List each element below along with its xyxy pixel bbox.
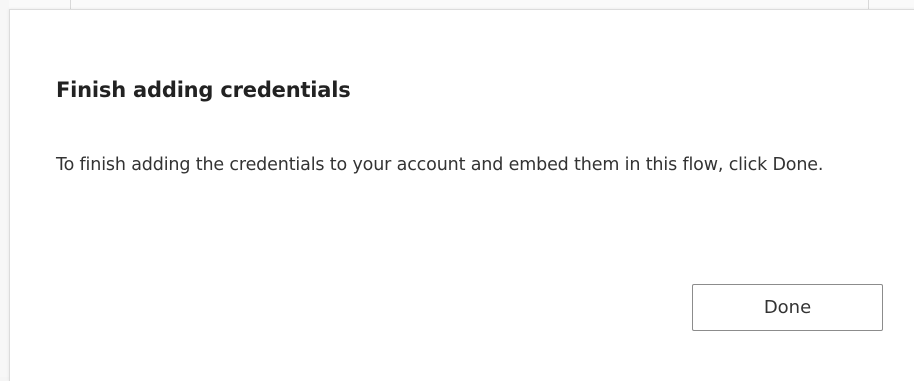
done-button[interactable]: Done	[692, 284, 883, 331]
background-page-left	[0, 0, 9, 377]
finish-credentials-dialog: Finish adding credentials To finish addi…	[9, 9, 914, 381]
background-divider	[868, 0, 869, 9]
dialog-message: To finish adding the credentials to your…	[56, 155, 824, 175]
background-divider	[70, 0, 71, 9]
background-page-top	[0, 0, 914, 9]
dialog-title: Finish adding credentials	[56, 78, 351, 102]
